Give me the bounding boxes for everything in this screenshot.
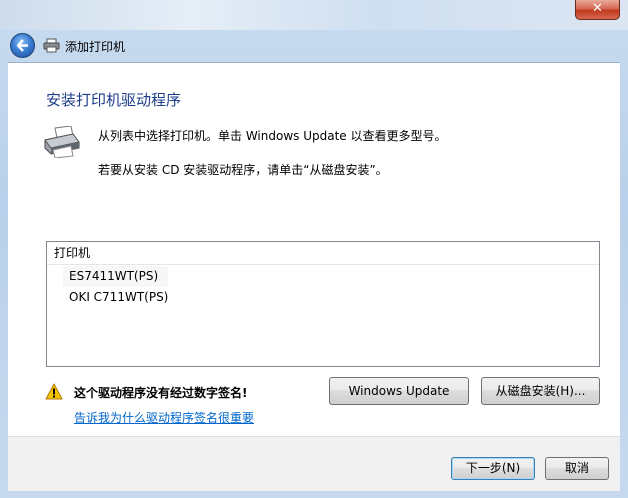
list-item[interactable]: OKI C711WT(PS) <box>47 287 599 308</box>
cancel-button[interactable]: 取消 <box>545 457 609 480</box>
warning-icon <box>45 383 63 400</box>
printer-listbox[interactable]: 打印机 ES7411WT(PS) OKI C711WT(PS) <box>46 241 600 367</box>
list-column-header[interactable]: 打印机 <box>47 242 599 265</box>
close-button[interactable]: ✕ <box>575 0 620 20</box>
list-item-label: ES7411WT(PS) <box>63 266 169 287</box>
description-line-2: 若要从安装 CD 安装驱动程序，请单击“从磁盘安装”。 <box>98 163 388 177</box>
window-title: 添加打印机 <box>65 40 126 54</box>
title-bar: 添加打印机 <box>0 30 628 62</box>
page-title: 安装打印机驱动程序 <box>46 91 182 109</box>
unsigned-driver-warning: 这个驱动程序没有经过数字签名! <box>74 386 248 400</box>
list-item[interactable]: ES7411WT(PS) <box>47 265 599 287</box>
description-line-1: 从列表中选择打印机。单击 Windows Update 以查看更多型号。 <box>98 129 447 143</box>
driver-signing-help-link[interactable]: 告诉我为什么驱动程序签名很重要 <box>74 409 254 426</box>
next-button[interactable]: 下一步(N) <box>451 457 535 480</box>
aero-glass-top <box>0 0 628 30</box>
printer-icon <box>43 38 60 53</box>
have-disk-button[interactable]: 从磁盘安装(H)... <box>481 377 600 405</box>
wizard-content: 安装打印机驱动程序 从列表中选择打印机。单击 Windows Update 以查… <box>8 62 620 437</box>
window-frame: ✕ 添加打印机 安装打印机驱动程序 从列表中选择打印机。单击 Windows U… <box>0 0 628 498</box>
windows-update-button[interactable]: Windows Update <box>329 377 469 405</box>
back-arrow-icon <box>16 39 28 52</box>
wizard-footer: 下一步(N) 取消 <box>8 436 620 491</box>
printer-icon <box>44 126 80 158</box>
close-icon: ✕ <box>592 1 603 16</box>
back-button[interactable] <box>10 33 35 58</box>
